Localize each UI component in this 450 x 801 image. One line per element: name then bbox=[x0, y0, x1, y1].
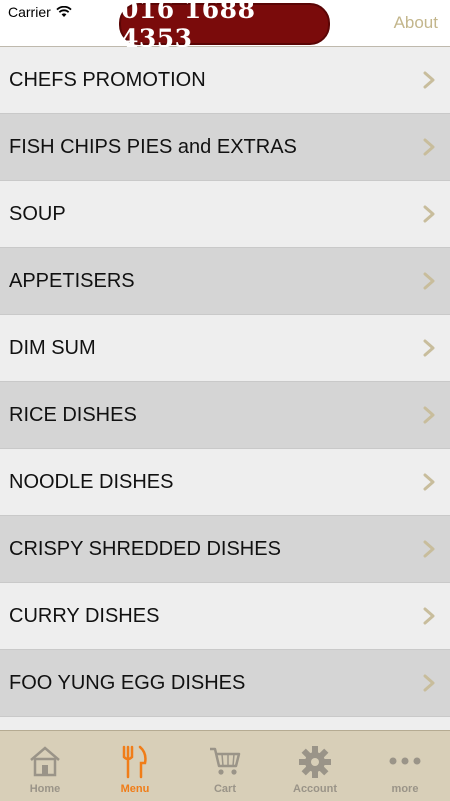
menu-category-row[interactable]: FOO YUNG EGG DISHES bbox=[0, 650, 450, 717]
menu-category-label: RICE DISHES bbox=[9, 404, 137, 426]
menu-category-row[interactable]: RICE DISHES bbox=[0, 382, 450, 449]
tab-label: Menu bbox=[120, 783, 150, 795]
tab-cart[interactable]: Cart bbox=[180, 731, 270, 801]
menu-category-row[interactable]: DIM SUM bbox=[0, 315, 450, 382]
tab-bar: Home Menu Cart Account more bbox=[0, 730, 450, 801]
menu-category-label: APPETISERS bbox=[9, 270, 135, 292]
tab-label: Cart bbox=[213, 783, 236, 795]
tab-label: Account bbox=[293, 783, 337, 795]
about-button[interactable]: About bbox=[394, 13, 438, 33]
menu-category-label: NOODLE DISHES bbox=[9, 471, 174, 493]
phone-number-badge[interactable]: 016 1688 4353 bbox=[119, 0, 330, 53]
chevron-right-icon bbox=[422, 406, 436, 424]
menu-category-row[interactable]: SOUP bbox=[0, 181, 450, 248]
menu-category-label: SOUP bbox=[9, 203, 66, 225]
tab-home[interactable]: Home bbox=[0, 731, 90, 801]
menu-category-row[interactable] bbox=[0, 717, 450, 730]
chevron-right-icon bbox=[422, 339, 436, 357]
menu-category-label: FOO YUNG EGG DISHES bbox=[9, 672, 246, 694]
tab-account[interactable]: Account bbox=[270, 731, 360, 801]
chevron-right-icon bbox=[422, 540, 436, 558]
menu-category-label: CRISPY SHREDDED DISHES bbox=[9, 538, 281, 560]
menu-category-label: CURRY DISHES bbox=[9, 605, 160, 627]
tab-label: more bbox=[391, 783, 419, 795]
chevron-right-icon bbox=[422, 205, 436, 223]
tab-menu[interactable]: Menu bbox=[90, 731, 180, 801]
menu-category-label: FISH CHIPS PIES and EXTRAS bbox=[9, 136, 297, 158]
menu-category-label: DIM SUM bbox=[9, 337, 96, 359]
menu-category-row[interactable]: FISH CHIPS PIES and EXTRAS bbox=[0, 114, 450, 181]
chevron-right-icon bbox=[422, 473, 436, 491]
status-bar: Carrier 11:32 AM 016 1688 4353 About bbox=[0, 0, 450, 53]
chevron-right-icon bbox=[422, 138, 436, 156]
menu-category-row[interactable]: CRISPY SHREDDED DISHES bbox=[0, 516, 450, 583]
tab-label: Home bbox=[29, 783, 61, 795]
menu-category-list[interactable]: CHEFS PROMOTION FISH CHIPS PIES and EXTRA… bbox=[0, 47, 450, 730]
menu-category-row[interactable]: NOODLE DISHES bbox=[0, 449, 450, 516]
tab-more[interactable]: more bbox=[360, 731, 450, 801]
menu-category-row[interactable]: APPETISERS bbox=[0, 248, 450, 315]
menu-category-row[interactable]: CURRY DISHES bbox=[0, 583, 450, 650]
chevron-right-icon bbox=[422, 71, 436, 89]
menu-category-row[interactable]: CHEFS PROMOTION bbox=[0, 47, 450, 114]
chevron-right-icon bbox=[422, 674, 436, 692]
chevron-right-icon bbox=[422, 272, 436, 290]
chevron-right-icon bbox=[422, 607, 436, 625]
menu-category-label: CHEFS PROMOTION bbox=[9, 69, 206, 91]
